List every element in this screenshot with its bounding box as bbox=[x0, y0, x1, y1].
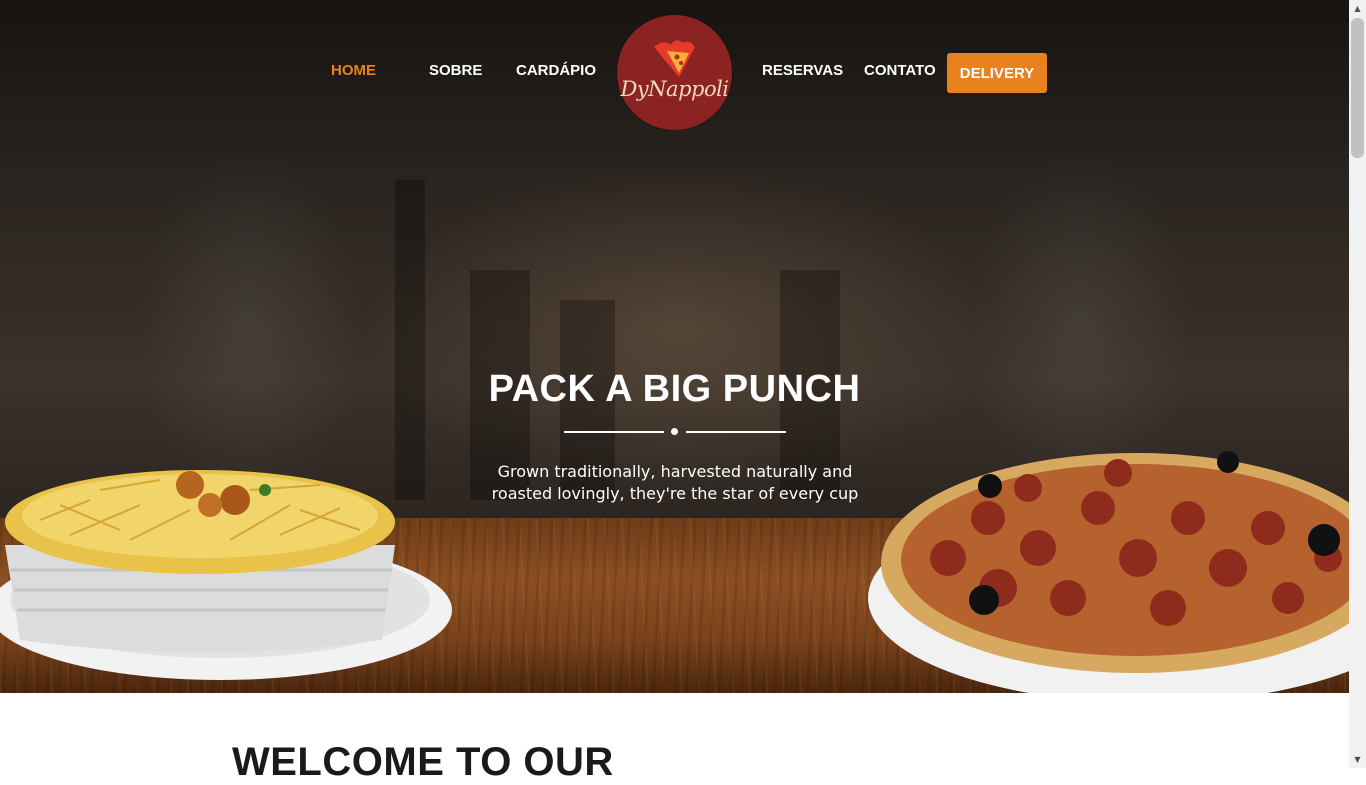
hero-subtitle: Grown traditionally, harvested naturally… bbox=[491, 462, 859, 503]
nav-cardapio[interactable]: CARDÁPIO bbox=[516, 62, 596, 86]
nav-sobre[interactable]: SOBRE bbox=[429, 62, 482, 86]
main-navigation: HOME SOBRE CARDÁPIO DyNappoli RESERVAS C… bbox=[0, 0, 1349, 146]
welcome-heading: WELCOME TO OUR bbox=[232, 740, 614, 784]
hero-title: PACK A BIG PUNCH bbox=[488, 368, 861, 410]
delivery-button[interactable]: DELIVERY bbox=[947, 53, 1047, 93]
logo-wordmark: DyNappoli bbox=[620, 77, 729, 101]
hero-divider-right bbox=[686, 431, 786, 433]
nav-home[interactable]: HOME bbox=[331, 62, 376, 86]
nav-reservas[interactable]: RESERVAS bbox=[762, 62, 843, 86]
scroll-up-arrow-icon[interactable]: ▲ bbox=[1349, 0, 1366, 17]
page-scrollbar[interactable]: ▲ ▼ bbox=[1349, 0, 1366, 768]
pasta-dish-icon bbox=[0, 470, 452, 680]
pepperoni-pizza-icon bbox=[868, 451, 1349, 693]
scroll-down-arrow-icon[interactable]: ▼ bbox=[1349, 751, 1366, 768]
pizza-slice-flame-icon bbox=[654, 40, 695, 77]
site-logo[interactable]: DyNappoli bbox=[617, 15, 732, 130]
nav-contato[interactable]: CONTATO bbox=[864, 62, 936, 86]
hero-divider-dot bbox=[671, 428, 678, 435]
hero-divider-left bbox=[564, 431, 664, 433]
scrollbar-thumb[interactable] bbox=[1351, 18, 1364, 158]
